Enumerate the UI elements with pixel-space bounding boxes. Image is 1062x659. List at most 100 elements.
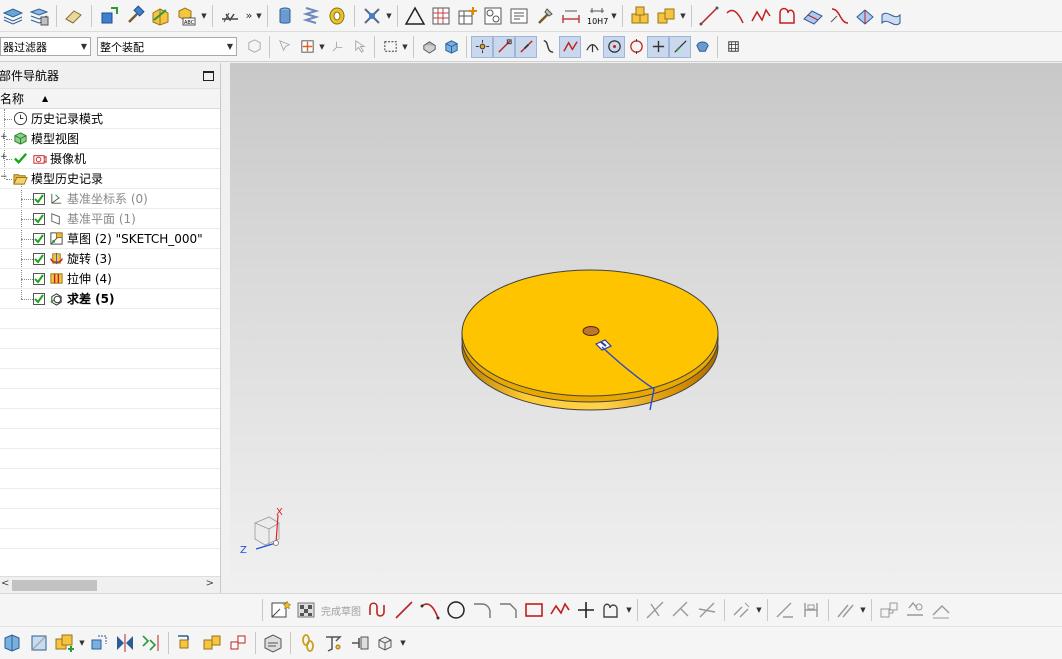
visibility-checkbox[interactable] xyxy=(33,292,45,305)
resize-sash[interactable] xyxy=(221,63,230,593)
tree-node-model-history[interactable]: − 模型历史记录 xyxy=(0,169,220,189)
arc-center-icon[interactable] xyxy=(581,36,603,58)
tree-node-revolve[interactable]: 旋转 (3) xyxy=(0,249,220,269)
select-method-dropdown-icon[interactable]: ▼ xyxy=(401,36,409,58)
curve-dropdown-icon[interactable]: ▼ xyxy=(625,599,633,621)
line-icon[interactable] xyxy=(391,597,417,623)
expand-icon[interactable]: + xyxy=(0,132,8,142)
tree-node-subtract[interactable]: 求差 (5) xyxy=(0,289,220,309)
offset-dropdown-icon[interactable]: ▼ xyxy=(755,599,763,621)
part-family-icon[interactable] xyxy=(148,3,174,29)
fit-tolerance-icon[interactable]: 10H7 xyxy=(584,3,610,29)
show-constraints-icon[interactable] xyxy=(833,597,859,623)
trim-curve-icon[interactable] xyxy=(826,3,852,29)
visibility-checkbox[interactable] xyxy=(33,212,45,225)
sweep-surface-icon[interactable] xyxy=(852,3,878,29)
visibility-checkbox[interactable] xyxy=(33,232,45,245)
profile-icon[interactable] xyxy=(365,597,391,623)
mirror-icon[interactable] xyxy=(112,630,138,656)
collapse-icon[interactable]: − xyxy=(0,172,8,182)
surface-icon[interactable] xyxy=(800,3,826,29)
triangle-icon[interactable] xyxy=(402,3,428,29)
boolean-unite-icon[interactable] xyxy=(52,630,78,656)
wire-harness-icon[interactable] xyxy=(359,3,385,29)
fillet-curve-icon[interactable] xyxy=(774,3,800,29)
tree-node-datum-csys[interactable]: 基准坐标系 (0) xyxy=(0,189,220,209)
point-icon[interactable] xyxy=(573,597,599,623)
add-existing-component-icon[interactable] xyxy=(199,630,225,656)
assembly-dropdown-icon[interactable]: ▼ xyxy=(679,5,687,27)
bearing-icon[interactable] xyxy=(324,3,350,29)
studio-spline-icon[interactable] xyxy=(748,3,774,29)
tolerance-dropdown-icon[interactable]: ▼ xyxy=(610,5,618,27)
revolve-feature-icon[interactable] xyxy=(0,630,26,656)
routing-icon[interactable] xyxy=(321,630,347,656)
arc-icon[interactable] xyxy=(722,3,748,29)
arc-icon[interactable] xyxy=(417,597,443,623)
visibility-checkbox[interactable] xyxy=(33,252,45,265)
inferred-constraints-icon[interactable] xyxy=(928,597,954,623)
overflow-dropdown-icon[interactable]: ▼ xyxy=(255,5,263,27)
constraint-dropdown-icon[interactable]: ▼ xyxy=(859,599,867,621)
scope-filter-combo[interactable]: 整个装配 ▼ xyxy=(97,37,237,56)
pulley-part[interactable] xyxy=(461,269,719,411)
sketch-settings-icon[interactable] xyxy=(876,597,902,623)
circle-center-snap-icon[interactable] xyxy=(603,35,625,58)
layers-icon[interactable] xyxy=(0,3,26,29)
point-on-surface-icon[interactable] xyxy=(691,36,713,58)
rapid-dimension-icon[interactable] xyxy=(798,597,824,623)
pattern-feature-icon[interactable] xyxy=(138,630,164,656)
navigator-horizontal-scrollbar[interactable]: < > xyxy=(0,576,220,593)
studio-spline-icon[interactable] xyxy=(599,597,625,623)
scroll-left-icon[interactable]: < xyxy=(1,578,9,589)
intersection-snap-icon[interactable] xyxy=(559,35,581,58)
existing-point-icon[interactable] xyxy=(647,35,669,58)
layer-settings-icon[interactable] xyxy=(26,3,52,29)
fillet-icon[interactable] xyxy=(469,597,495,623)
connector-icon[interactable] xyxy=(347,630,373,656)
tree-node-sketch[interactable]: 草图 (2) "SKETCH_000" xyxy=(0,229,220,249)
make-corner-icon[interactable] xyxy=(694,597,720,623)
toolbar-overflow-icon[interactable]: » xyxy=(243,9,255,22)
move-face-icon[interactable] xyxy=(86,630,112,656)
maximize-icon[interactable] xyxy=(203,70,214,81)
assembly-constraint-icon[interactable] xyxy=(225,630,251,656)
brush-icon[interactable] xyxy=(532,3,558,29)
drawing-sheet-icon[interactable] xyxy=(260,630,286,656)
graphics-window[interactable]: X Z xyxy=(230,63,1062,593)
tree-node-cameras[interactable]: + 摄像机 xyxy=(0,149,220,169)
sketch-pattern-icon[interactable] xyxy=(217,3,243,29)
boolean-dropdown-icon[interactable]: ▼ xyxy=(78,632,86,654)
hammer-icon[interactable] xyxy=(122,3,148,29)
rectangle-select-icon[interactable] xyxy=(379,36,401,58)
quick-extend-icon[interactable] xyxy=(668,597,694,623)
relations-browser-icon[interactable] xyxy=(902,597,928,623)
finish-sketch-label[interactable]: 完成草图 xyxy=(321,603,361,618)
endpoint-snap-icon[interactable] xyxy=(493,35,515,58)
component-array-icon[interactable] xyxy=(373,630,399,656)
drawing-view-icon[interactable] xyxy=(480,3,506,29)
harness-dropdown-icon[interactable]: ▼ xyxy=(385,5,393,27)
visibility-checkbox[interactable] xyxy=(33,192,45,205)
type-filter-combo[interactable]: 器过滤器 ▼ xyxy=(0,37,91,56)
tree-node-history-mode[interactable]: 历史记录模式 xyxy=(0,109,220,129)
scrollbar-thumb[interactable] xyxy=(12,580,97,591)
solid-body-icon[interactable] xyxy=(440,36,462,58)
grid-icon[interactable] xyxy=(722,36,744,58)
finish-sketch-flag-icon[interactable] xyxy=(293,597,319,623)
note-icon[interactable] xyxy=(506,3,532,29)
attribute-label-icon[interactable]: ABC xyxy=(174,3,200,29)
spring-icon[interactable] xyxy=(298,3,324,29)
move-component-icon[interactable] xyxy=(96,3,122,29)
datum-plane-feature-icon[interactable] xyxy=(26,630,52,656)
pick-cursor-icon[interactable] xyxy=(348,36,370,58)
sketch-task-icon[interactable] xyxy=(267,597,293,623)
tree-node-extrude[interactable]: 拉伸 (4) xyxy=(0,269,220,289)
through-curves-icon[interactable] xyxy=(878,3,904,29)
circle-icon[interactable] xyxy=(443,597,469,623)
center-hole[interactable] xyxy=(582,326,600,336)
quick-trim-icon[interactable] xyxy=(642,597,668,623)
offset-curve-icon[interactable] xyxy=(729,597,755,623)
line-icon[interactable] xyxy=(696,3,722,29)
navigator-column-header[interactable]: 名称 ▲ xyxy=(0,89,220,109)
